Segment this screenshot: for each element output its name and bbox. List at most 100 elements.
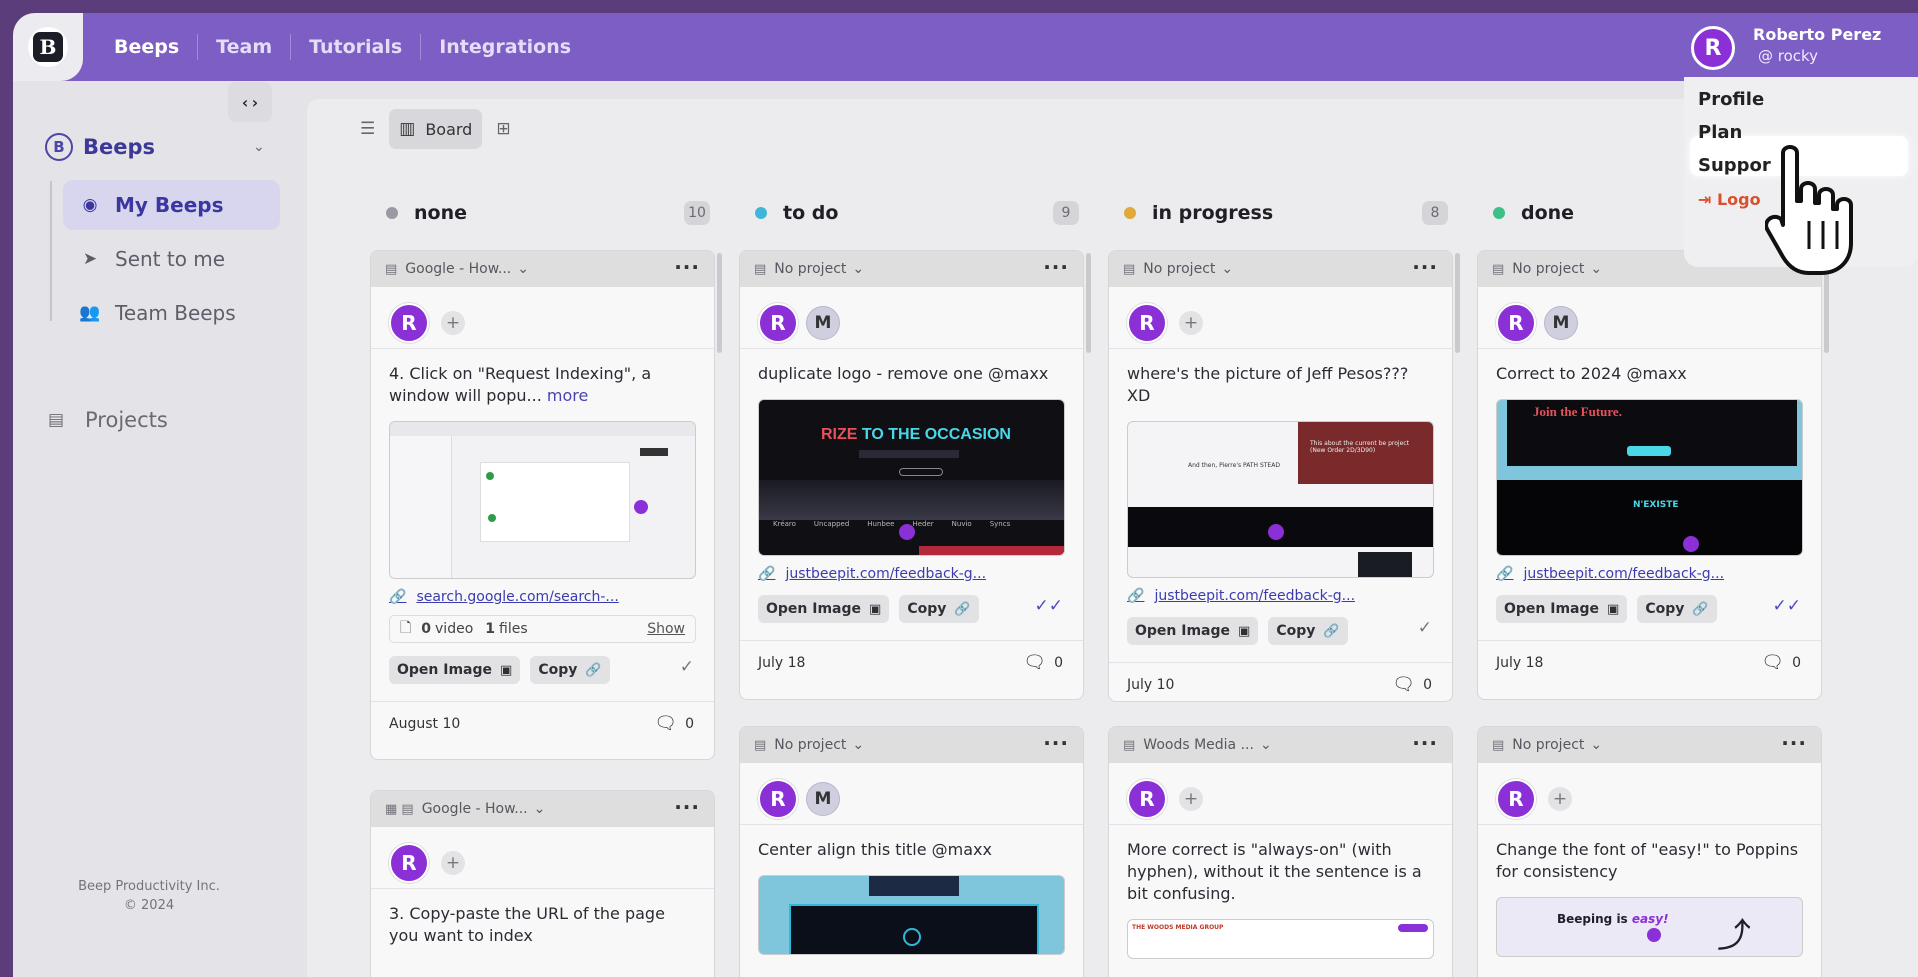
project-selector[interactable]: Google - How... <box>405 261 511 277</box>
add-assignee-button[interactable]: + <box>441 310 465 335</box>
avatar[interactable]: M <box>806 305 840 340</box>
comments-button[interactable]: 🗨 0 <box>1761 652 1801 673</box>
avatar[interactable]: R <box>389 842 429 883</box>
show-files-button[interactable]: Show <box>647 621 685 637</box>
card-link[interactable]: 🔗 justbeepit.com/feedback-g... <box>1109 578 1452 604</box>
avatar[interactable]: M <box>1544 305 1578 340</box>
open-image-button[interactable]: Open Image ▣ <box>1496 595 1628 623</box>
nav-integrations[interactable]: Integrations <box>420 34 589 60</box>
menu-item-profile[interactable]: Profile <box>1698 89 1764 110</box>
copy-link-button[interactable]: Copy 🔗 <box>1268 617 1348 645</box>
project-selector[interactable]: No project <box>1143 261 1215 277</box>
beep-card[interactable]: ▤ Woods Media ... ⌄ ··· R + More correct … <box>1108 726 1453 977</box>
user-avatar[interactable]: R <box>1691 26 1735 70</box>
more-options-icon[interactable]: ··· <box>1412 731 1438 755</box>
beep-card[interactable]: ▤ No project ⌄ ··· R M Center align this … <box>739 726 1084 977</box>
comments-button[interactable]: 🗨 0 <box>1023 652 1063 673</box>
board-view-button[interactable]: ▥ Board <box>389 109 483 149</box>
avatar[interactable]: R <box>758 778 798 819</box>
sidebar-item-sent-to-me[interactable]: ➤ Sent to me <box>63 234 280 284</box>
beep-card[interactable]: ▤ No project ⌄ ··· R + Change the font of… <box>1477 726 1822 977</box>
screenshot-thumbnail[interactable] <box>758 875 1065 955</box>
copy-link-button[interactable]: Copy 🔗 <box>1637 595 1717 623</box>
column-scrollbar[interactable] <box>1086 253 1091 353</box>
add-assignee-button[interactable]: + <box>1179 310 1203 335</box>
comments-button[interactable]: 🗨 0 <box>654 713 694 734</box>
project-selector[interactable]: No project <box>774 737 846 753</box>
comments-button[interactable]: 🗨 0 <box>1392 674 1432 695</box>
chevron-down-icon[interactable]: ⌄ <box>852 737 864 753</box>
menu-item-support[interactable]: Suppor <box>1698 155 1771 176</box>
nav-team[interactable]: Team <box>197 34 290 60</box>
more-options-icon[interactable]: ··· <box>1781 731 1807 755</box>
more-options-icon[interactable]: ··· <box>674 795 700 819</box>
beep-card[interactable]: ▦ ▤ Google - How... ⌄ ··· R + 3. Copy-pas… <box>370 790 715 977</box>
sidebar-item-projects[interactable]: ▤ Projects <box>45 408 168 432</box>
project-selector[interactable]: Woods Media ... <box>1143 737 1254 753</box>
beep-card[interactable]: ▤ Google - How... ⌄ ··· R + 4. Click on "… <box>370 250 715 760</box>
chevron-down-icon[interactable]: ⌄ <box>253 139 265 155</box>
add-assignee-button[interactable]: + <box>1548 786 1572 811</box>
avatar[interactable]: R <box>1127 302 1167 343</box>
avatar[interactable]: R <box>1496 302 1536 343</box>
more-link[interactable]: more <box>547 386 588 405</box>
sidebar-item-team-beeps[interactable]: 👥 Team Beeps <box>63 288 280 338</box>
open-image-button[interactable]: Open Image ▣ <box>389 656 521 684</box>
workspace-selector[interactable]: B Beeps <box>45 133 155 161</box>
link-text[interactable]: justbeepit.com/feedback-g... <box>785 566 986 582</box>
copy-link-button[interactable]: Copy 🔗 <box>899 595 979 623</box>
chevron-down-icon[interactable]: ⌄ <box>517 261 529 277</box>
beep-card[interactable]: ▤ No project ⌄ R M Correct to 2024 @maxx … <box>1477 250 1822 700</box>
beep-card[interactable]: ▤ No project ⌄ ··· R + where's the pictur… <box>1108 250 1453 702</box>
screenshot-thumbnail[interactable]: Beeping is easy! ⤴ <box>1496 897 1803 957</box>
grid-view-button[interactable]: ⊞ <box>486 109 520 149</box>
column-scrollbar[interactable] <box>717 253 722 353</box>
screenshot-thumbnail[interactable]: This about the current be project (New O… <box>1127 421 1434 578</box>
card-link[interactable]: 🔗 search.google.com/search-... <box>371 579 714 605</box>
more-options-icon[interactable]: ··· <box>674 255 700 279</box>
link-text[interactable]: justbeepit.com/feedback-g... <box>1523 566 1724 582</box>
more-options-icon[interactable]: ··· <box>1043 255 1069 279</box>
link-text[interactable]: justbeepit.com/feedback-g... <box>1154 588 1355 604</box>
avatar[interactable]: R <box>1127 778 1167 819</box>
add-assignee-button[interactable]: + <box>441 850 465 875</box>
chevron-down-icon[interactable]: ⌄ <box>534 801 546 817</box>
copy-link-button[interactable]: Copy 🔗 <box>530 656 610 684</box>
chevron-down-icon[interactable]: ⌄ <box>1221 261 1233 277</box>
add-assignee-button[interactable]: + <box>1179 786 1203 811</box>
avatar[interactable]: M <box>806 781 840 816</box>
chevron-down-icon[interactable]: ⌄ <box>1590 737 1602 753</box>
user-name[interactable]: Roberto Perez <box>1753 25 1881 44</box>
card-link[interactable]: 🔗 justbeepit.com/feedback-g... <box>1478 556 1821 582</box>
open-image-button[interactable]: Open Image ▣ <box>1127 617 1259 645</box>
beep-card[interactable]: ▤ No project ⌄ ··· R M duplicate logo - r… <box>739 250 1084 700</box>
chevron-down-icon[interactable]: ⌄ <box>1590 261 1602 277</box>
app-logo[interactable]: B <box>13 13 83 81</box>
chevron-down-icon[interactable]: ⌄ <box>852 261 864 277</box>
card-link[interactable]: 🔗 justbeepit.com/feedback-g... <box>740 556 1083 582</box>
avatar[interactable]: R <box>389 302 429 343</box>
list-view-button[interactable]: ☰ <box>350 109 385 149</box>
project-selector[interactable]: Google - How... <box>422 801 528 817</box>
project-selector[interactable]: No project <box>1512 737 1584 753</box>
link-text[interactable]: search.google.com/search-... <box>416 589 618 605</box>
nav-tutorials[interactable]: Tutorials <box>290 34 420 60</box>
avatar[interactable]: R <box>1496 778 1536 819</box>
chevron-down-icon[interactable]: ⌄ <box>1260 737 1272 753</box>
sidebar-toggle-button[interactable]: ‹› <box>228 82 272 122</box>
column-scrollbar[interactable] <box>1455 253 1460 353</box>
more-options-icon[interactable]: ··· <box>1043 731 1069 755</box>
project-selector[interactable]: No project <box>774 261 846 277</box>
screenshot-thumbnail[interactable]: RIZE TO THE OCCASION Kréaro Uncapped Hun… <box>758 399 1065 556</box>
menu-item-logout[interactable]: ⇥ Logo <box>1698 190 1761 209</box>
project-selector[interactable]: No project <box>1512 261 1584 277</box>
menu-item-plan[interactable]: Plan <box>1698 122 1742 143</box>
more-options-icon[interactable]: ··· <box>1412 255 1438 279</box>
screenshot-thumbnail[interactable]: THE WOODS MEDIA GROUP <box>1127 919 1434 959</box>
screenshot-thumbnail[interactable] <box>389 421 696 579</box>
open-image-button[interactable]: Open Image ▣ <box>758 595 890 623</box>
screenshot-thumbnail[interactable]: Join the Future. N'EXISTE <box>1496 399 1803 556</box>
sidebar-item-my-beeps[interactable]: ◉ My Beeps <box>63 180 280 230</box>
nav-beeps[interactable]: Beeps <box>101 34 197 60</box>
avatar[interactable]: R <box>758 302 798 343</box>
